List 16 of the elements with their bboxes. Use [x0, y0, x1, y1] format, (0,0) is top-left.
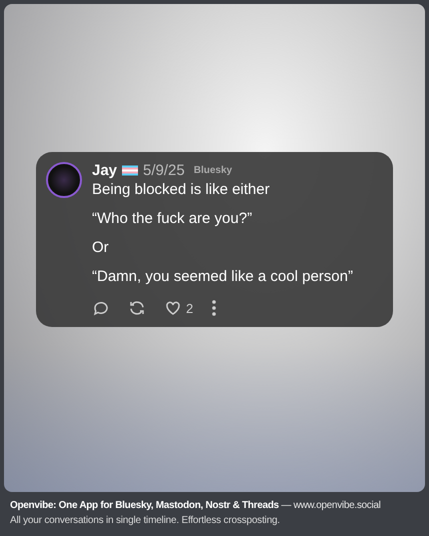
post-text: “Damn, you seemed like a cool person”: [92, 268, 354, 286]
network-label: Bluesky: [194, 165, 232, 176]
heart-icon: [164, 299, 182, 317]
post-date: 5/9/25: [143, 162, 185, 179]
author-name[interactable]: Jay: [92, 162, 118, 179]
avatar[interactable]: [46, 162, 82, 198]
footer-headline: Openvibe: One App for Bluesky, Mastodon, Nostr & Threads — www.openvibe.social: [10, 499, 382, 513]
reply-button[interactable]: [92, 299, 110, 317]
post-text: Or: [92, 239, 110, 257]
post-text: “Who the fuck are you?”: [92, 210, 254, 228]
like-button[interactable]: 2: [164, 299, 194, 317]
repost-button[interactable]: [128, 299, 146, 317]
more-button[interactable]: [211, 299, 218, 317]
flag-icon: [122, 165, 138, 176]
post-text: Being blocked is like either: [92, 181, 271, 199]
footer-tagline: All your conversations in single timeline. Effortless crossposting.: [10, 514, 281, 528]
